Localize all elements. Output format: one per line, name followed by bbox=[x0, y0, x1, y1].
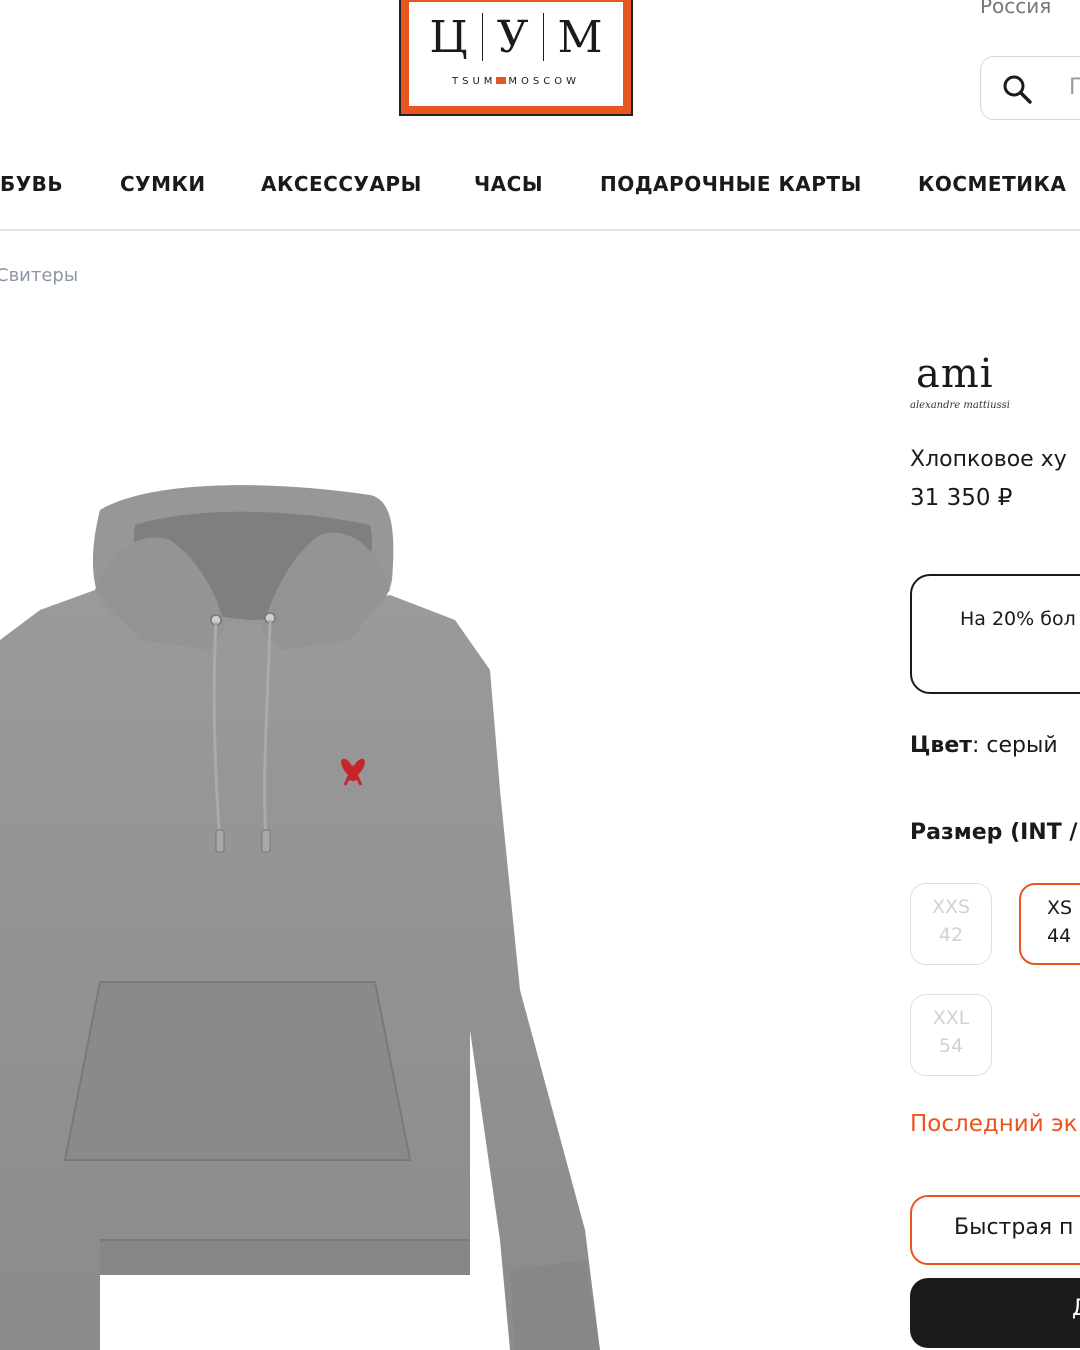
color-info: Цвет: серый bbox=[910, 733, 1058, 758]
product-title: Хлопковое ху bbox=[910, 447, 1067, 472]
quick-buy-button[interactable]: Быстрая п bbox=[910, 1195, 1080, 1265]
size-ru: 54 bbox=[938, 1035, 964, 1057]
size-option-xs[interactable]: XS 44 bbox=[1019, 883, 1080, 965]
size-option-xxs[interactable]: XXS 42 bbox=[910, 883, 992, 965]
brand-subtitle: alexandre mattiussi bbox=[910, 400, 1010, 411]
logo-letter-3: М bbox=[557, 11, 603, 63]
product-image[interactable] bbox=[0, 470, 620, 1350]
logo-sub-left: TSUM bbox=[452, 76, 497, 87]
brand-name: ami bbox=[916, 351, 994, 397]
nav-item-shoes[interactable]: БУВЬ bbox=[0, 172, 63, 196]
add-to-cart-label: Д bbox=[1072, 1296, 1080, 1321]
stock-note: Последний эк bbox=[910, 1111, 1078, 1137]
size-int: XS bbox=[1047, 897, 1073, 919]
size-int: XXS bbox=[931, 896, 971, 918]
size-option-xxl[interactable]: XXL 54 bbox=[910, 994, 992, 1076]
region-selector[interactable]: Россия bbox=[980, 0, 1051, 18]
color-label: Цвет bbox=[910, 733, 973, 758]
nav-item-cosmetics[interactable]: КОСМЕТИКА bbox=[918, 172, 1066, 196]
search-icon bbox=[1003, 75, 1032, 104]
logo-sub-right: MOSCOW bbox=[508, 76, 580, 87]
logo-letter-1: Ц bbox=[429, 11, 468, 63]
size-ru: 44 bbox=[1047, 925, 1072, 947]
size-label: Размер (INT / bbox=[910, 820, 1078, 845]
nav-item-bags[interactable]: СУМКИ bbox=[120, 172, 206, 196]
quick-buy-label: Быстрая п bbox=[954, 1215, 1074, 1240]
size-ru: 42 bbox=[938, 924, 964, 946]
color-value: серый bbox=[986, 733, 1058, 758]
nav-item-gift-cards[interactable]: ПОДАРОЧНЫЕ КАРТЫ bbox=[600, 172, 862, 196]
main-nav: БУВЬ СУМКИ АКСЕССУАРЫ ЧАСЫ ПОДАРОЧНЫЕ КА… bbox=[0, 160, 1080, 214]
color-colon: : bbox=[972, 733, 987, 758]
brand-logo[interactable]: ami alexandre mattiussi bbox=[910, 350, 1010, 411]
tsum-logo[interactable]: Ц У М TSUM MOSCOW bbox=[399, 0, 633, 116]
search-input[interactable]: П bbox=[980, 56, 1080, 120]
tsum-logo-inner: Ц У М TSUM MOSCOW bbox=[409, 2, 623, 106]
nav-item-accessories[interactable]: АКСЕССУАРЫ bbox=[261, 172, 422, 196]
logo-letter-2: У bbox=[496, 11, 529, 63]
logo-subtitle: TSUM MOSCOW bbox=[409, 76, 623, 87]
promo-text: На 20% бол bbox=[960, 608, 1076, 630]
nav-divider bbox=[0, 229, 1080, 231]
add-to-cart-button[interactable]: Д bbox=[910, 1278, 1080, 1348]
logo-square-icon bbox=[496, 76, 507, 84]
breadcrumb[interactable]: Свитеры bbox=[0, 265, 78, 286]
search-placeholder: П bbox=[1069, 75, 1080, 100]
promo-banner[interactable]: На 20% бол bbox=[910, 574, 1080, 694]
product-price: 31 350 ₽ bbox=[910, 485, 1013, 511]
size-int: XXL bbox=[932, 1007, 970, 1029]
logo-letters: Ц У М bbox=[409, 8, 623, 66]
nav-item-watches[interactable]: ЧАСЫ bbox=[474, 172, 543, 196]
